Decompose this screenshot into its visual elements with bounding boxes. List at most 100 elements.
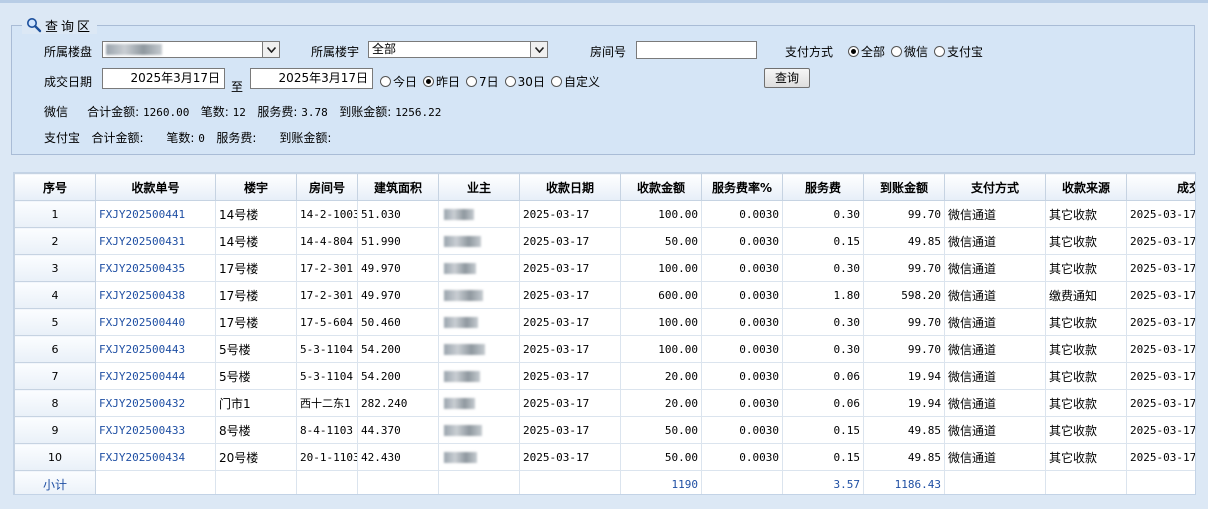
area: 49.970 (357, 281, 439, 309)
room: 14-4-804 (296, 227, 358, 255)
col-header-fee[interactable]: 服务费 (782, 173, 864, 201)
deal-date: 2025-03-17 (1126, 281, 1195, 309)
amount: 20.00 (620, 362, 702, 390)
date-radio-yesterday[interactable]: 昨日 (423, 75, 460, 89)
table-row[interactable]: 3 FXJY202500435 17号楼 17-2-301 49.970 2025-03-… (14, 254, 1195, 282)
table-row[interactable]: 1 FXJY202500441 14号楼 14-2-1003 51.030 2025-03… (14, 200, 1195, 228)
date: 2025-03-17 (519, 227, 621, 255)
date-radio-custom[interactable]: 自定义 (550, 75, 600, 89)
owner-redacted (438, 389, 520, 417)
table-row[interactable]: 7 FXJY202500444 5号楼 5-3-1104 54.200 2025-03-1… (14, 362, 1195, 390)
col-header-owner[interactable]: 业主 (438, 173, 520, 201)
building: 17号楼 (215, 308, 297, 336)
owner-redacted (438, 416, 520, 444)
col-header-room[interactable]: 房间号 (296, 173, 358, 201)
table-row[interactable]: 9 FXJY202500433 8号楼 8-4-1103 44.370 2025-03-1… (14, 416, 1195, 444)
building: 14号楼 (215, 227, 297, 255)
area: 50.460 (357, 308, 439, 336)
building: 20号楼 (215, 443, 297, 471)
date-radio-30days[interactable]: 30日 (504, 75, 545, 89)
pay-method: 微信通道 (944, 389, 1046, 417)
table-row[interactable]: 10 FXJY202500434 20号楼 20-1-1103 42.430 2025-0… (14, 443, 1195, 471)
date: 2025-03-17 (519, 389, 621, 417)
amount: 100.00 (620, 335, 702, 363)
receipt-no[interactable]: FXJY202500438 (95, 281, 216, 309)
col-header-amount[interactable]: 收款金额 (620, 173, 702, 201)
radio-icon (891, 46, 903, 57)
owner-blurred (444, 209, 474, 220)
col-header-area[interactable]: 建筑面积 (357, 173, 439, 201)
fee: 0.30 (782, 308, 864, 336)
col-header-deal[interactable]: 成交 (1126, 173, 1195, 201)
date-radio-today[interactable]: 今日 (380, 75, 417, 89)
fee: 0.30 (782, 200, 864, 228)
date-from-input[interactable]: 2025年3月17日 (102, 68, 225, 89)
row-index: 2 (14, 227, 96, 255)
radio-icon (380, 76, 391, 87)
amount: 100.00 (620, 200, 702, 228)
net-amount: 598.20 (863, 281, 945, 309)
row-index: 9 (14, 416, 96, 444)
area: 49.970 (357, 254, 439, 282)
owner-blurred (444, 452, 477, 463)
row-index: 3 (14, 254, 96, 282)
date-radio-7days[interactable]: 7日 (466, 75, 499, 89)
query-legend-text: 查询区 (45, 19, 94, 35)
receipt-no[interactable]: FXJY202500444 (95, 362, 216, 390)
receipt-no[interactable]: FXJY202500431 (95, 227, 216, 255)
table-row[interactable]: 2 FXJY202500431 14号楼 14-4-804 51.990 2025-03-… (14, 227, 1195, 255)
room-input[interactable] (636, 41, 757, 59)
table-row[interactable]: 4 FXJY202500438 17号楼 17-2-301 49.970 2025-03-… (14, 281, 1195, 309)
building-select[interactable]: 全部 (368, 41, 548, 58)
col-header-fee-rate[interactable]: 服务费率% (701, 173, 783, 201)
fee: 0.06 (782, 389, 864, 417)
building: 5号楼 (215, 362, 297, 390)
receipt-no[interactable]: FXJY202500434 (95, 443, 216, 471)
date-to-input[interactable]: 2025年3月17日 (250, 68, 373, 89)
fee: 0.06 (782, 362, 864, 390)
col-header-source[interactable]: 收款来源 (1045, 173, 1127, 201)
total-amount: 1190 (620, 470, 702, 494)
col-header-receipt-no[interactable]: 收款单号 (95, 173, 216, 201)
fee: 0.15 (782, 416, 864, 444)
area: 54.200 (357, 362, 439, 390)
deal-date: 2025-03-17 (1126, 227, 1195, 255)
amount: 20.00 (620, 389, 702, 417)
building: 5号楼 (215, 335, 297, 363)
search-button[interactable]: 查询 (764, 68, 810, 88)
owner-redacted (438, 362, 520, 390)
receipt-no[interactable]: FXJY202500435 (95, 254, 216, 282)
query-legend: 查询区 (22, 16, 98, 35)
pay-method: 微信通道 (944, 416, 1046, 444)
net-amount: 49.85 (863, 227, 945, 255)
pay-radio-wechat[interactable]: 微信 (891, 45, 928, 59)
deal-date: 2025-03-17 (1126, 416, 1195, 444)
receipt-no[interactable]: FXJY202500432 (95, 389, 216, 417)
receipt-no[interactable]: FXJY202500443 (95, 335, 216, 363)
table-row[interactable]: 5 FXJY202500440 17号楼 17-5-604 50.460 2025-03-… (14, 308, 1195, 336)
table-row[interactable]: 6 FXJY202500443 5号楼 5-3-1104 54.200 2025-03-1… (14, 335, 1195, 363)
net-amount: 99.70 (863, 335, 945, 363)
table-row[interactable]: 8 FXJY202500432 门市1 西十二东1 282.240 2025-03-17 2… (14, 389, 1195, 417)
radio-icon (934, 46, 946, 57)
amount: 100.00 (620, 308, 702, 336)
net-amount: 99.70 (863, 308, 945, 336)
chevron-down-icon (530, 42, 547, 57)
pay-radio-all[interactable]: 全部 (848, 45, 885, 59)
fee: 0.30 (782, 335, 864, 363)
property-select[interactable] (102, 41, 280, 58)
search-icon (26, 17, 42, 33)
date-label: 成交日期 (44, 75, 93, 89)
col-header-date[interactable]: 收款日期 (519, 173, 621, 201)
pay-radio-alipay[interactable]: 支付宝 (934, 45, 983, 59)
col-header-building[interactable]: 楼宇 (215, 173, 297, 201)
receipt-no[interactable]: FXJY202500441 (95, 200, 216, 228)
date-radio-group: 今日 昨日 7日 30日 自定义 (380, 73, 606, 90)
col-header-pay-method[interactable]: 支付方式 (944, 173, 1046, 201)
receipt-no[interactable]: FXJY202500440 (95, 308, 216, 336)
pay-radio-group: 全部 微信 支付宝 (848, 43, 989, 60)
net-amount: 19.94 (863, 362, 945, 390)
receipt-no[interactable]: FXJY202500433 (95, 416, 216, 444)
col-header-index[interactable]: 序号 (14, 173, 96, 201)
col-header-net[interactable]: 到账金额 (863, 173, 945, 201)
